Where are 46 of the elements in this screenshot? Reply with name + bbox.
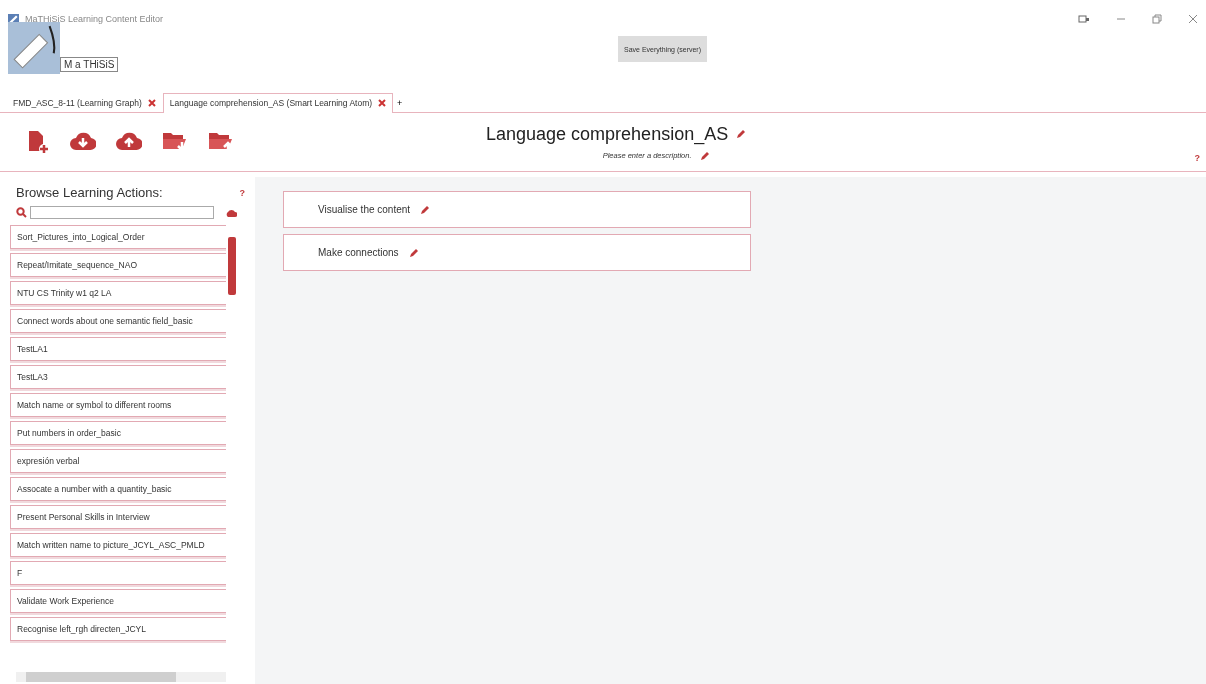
logo-text: M a THiSiS [60,57,119,72]
action-card[interactable]: Visualise the content [283,191,751,228]
action-label: Visualise the content [318,204,411,215]
close-icon[interactable] [1188,14,1198,24]
new-file-icon[interactable] [26,130,50,154]
pencil-logo-drawing [8,22,60,74]
close-icon[interactable] [378,99,387,107]
learning-action-item[interactable]: Match name or symbol to different rooms [10,393,226,417]
pencil-icon[interactable] [408,247,419,258]
display-icon[interactable] [1078,14,1090,24]
cloud-upload-icon[interactable] [116,130,142,152]
search-field[interactable] [30,206,214,219]
folder-upload-icon[interactable] [208,130,234,152]
learning-action-item[interactable]: TestLA1 [10,337,226,361]
horizontal-scrollbar[interactable] [16,672,226,682]
cloud-download-icon[interactable] [70,130,96,152]
pencil-icon[interactable] [736,129,747,139]
scrollbar-thumb[interactable] [228,237,236,295]
sidebar-title: Browse Learning Actions: [16,185,163,200]
action-label: Make connections [318,247,399,258]
cloud-icon[interactable] [225,207,237,218]
pencil-icon[interactable] [699,150,710,161]
learning-action-item[interactable]: Repeat/Imitate_sequence_NAO [10,253,226,277]
tab[interactable]: Language comprehension_AS (Smart Learning Atom) [162,93,394,113]
learning-action-item[interactable]: Present Personal Skills in Interview [10,505,226,529]
window-title: MaTHiSiS Learning Content Editor [25,14,164,24]
add-tab-button[interactable]: + [393,94,407,112]
learning-action-item[interactable]: Recognise left_rgh directen_JCYL [10,617,226,641]
learning-action-item[interactable]: Assocate a number with a quantity_basic [10,477,226,501]
learning-action-item[interactable]: expresión verbal [10,449,226,473]
learning-action-item[interactable]: Match written name to picture_JCYL_ASC_PMLD [10,533,226,557]
learning-action-item[interactable]: Validate Work Experience [10,589,226,613]
pencil-icon[interactable] [420,204,431,215]
learning-action-item[interactable]: Sort_Pictures_into_Logical_Order [10,225,226,249]
learning-action-item[interactable]: TestLA3 [10,365,226,389]
learning-action-item[interactable]: NTU CS Trinity w1 q2 LA [10,281,226,305]
search-icon [16,207,27,218]
action-card[interactable]: Make connections [283,234,751,271]
atom-title: Language comprehension_AS [486,123,729,145]
learning-action-item[interactable]: Put numbers in order_basic [10,421,226,445]
help-icon[interactable]: ? [1194,153,1200,163]
close-icon[interactable] [147,99,156,107]
learning-action-item[interactable]: F [10,561,226,585]
folder-download-icon[interactable] [162,130,188,152]
help-icon[interactable]: ? [239,187,245,198]
learning-action-item[interactable]: Connect words about one semantic field_basic [10,309,226,333]
